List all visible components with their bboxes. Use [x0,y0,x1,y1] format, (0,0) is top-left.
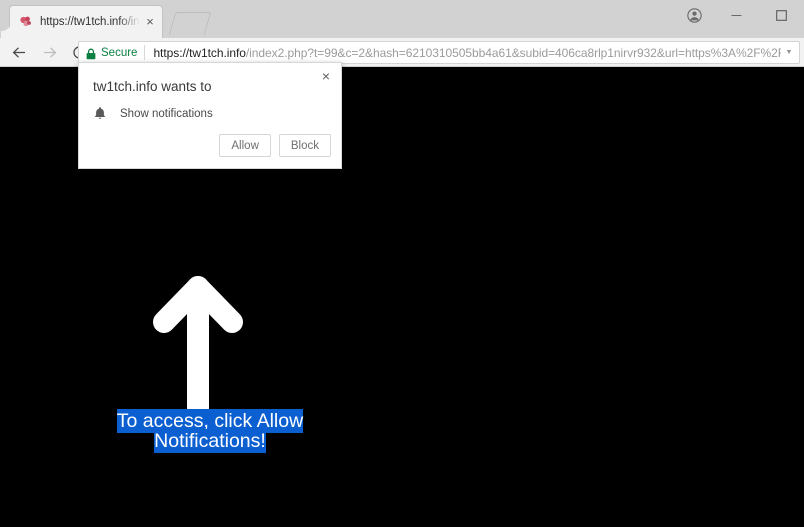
browser-window: https://tw1tch.info/index × [0,0,804,527]
back-button[interactable] [4,38,34,66]
notification-permission-dialog: × tw1tch.info wants to Show notification… [78,62,342,169]
page-headline: To access, click Allow Notifications! [0,409,420,453]
permission-label: Show notifications [120,107,213,120]
permission-row: Show notifications [93,106,213,121]
block-button[interactable]: Block [278,134,331,157]
minimize-button[interactable] [714,0,759,30]
browser-tab[interactable]: https://tw1tch.info/index × [1,6,162,38]
url-origin: https:// [153,45,190,60]
address-bar[interactable]: Secure https://tw1tch.info/index2.php?t=… [78,41,800,64]
url-text: https://tw1tch.info/index2.php?t=99&c=2&… [153,46,781,60]
forward-button [34,38,64,66]
lock-icon [85,47,97,59]
omnibox-divider [144,45,146,60]
chevron-down-icon[interactable]: ▼ [781,49,797,56]
profile-avatar-icon[interactable] [674,0,714,30]
site-favicon [18,14,34,30]
allow-button[interactable]: Allow [219,134,271,157]
maximize-button[interactable] [759,0,804,30]
tab-strip: https://tw1tch.info/index × [0,0,804,38]
bell-icon [93,106,107,121]
new-tab-button[interactable] [168,12,212,35]
dialog-title: tw1tch.info wants to [93,79,212,94]
dialog-buttons: Allow Block [219,134,331,157]
headline-line-2: Notifications! [154,428,266,453]
url-path: /index2.php?t=99&c=2&hash=6210310505bb4a… [245,45,781,60]
security-status-label: Secure [101,46,138,59]
arrow-up-icon [152,272,244,420]
close-icon[interactable]: × [318,68,334,84]
tab-title: https://tw1tch.info/index [40,16,140,28]
headline-text: To access, click Allow Notifications! [0,409,420,453]
close-icon[interactable]: × [142,14,158,30]
window-controls [674,0,804,30]
url-host: tw1tch.info [189,45,246,60]
